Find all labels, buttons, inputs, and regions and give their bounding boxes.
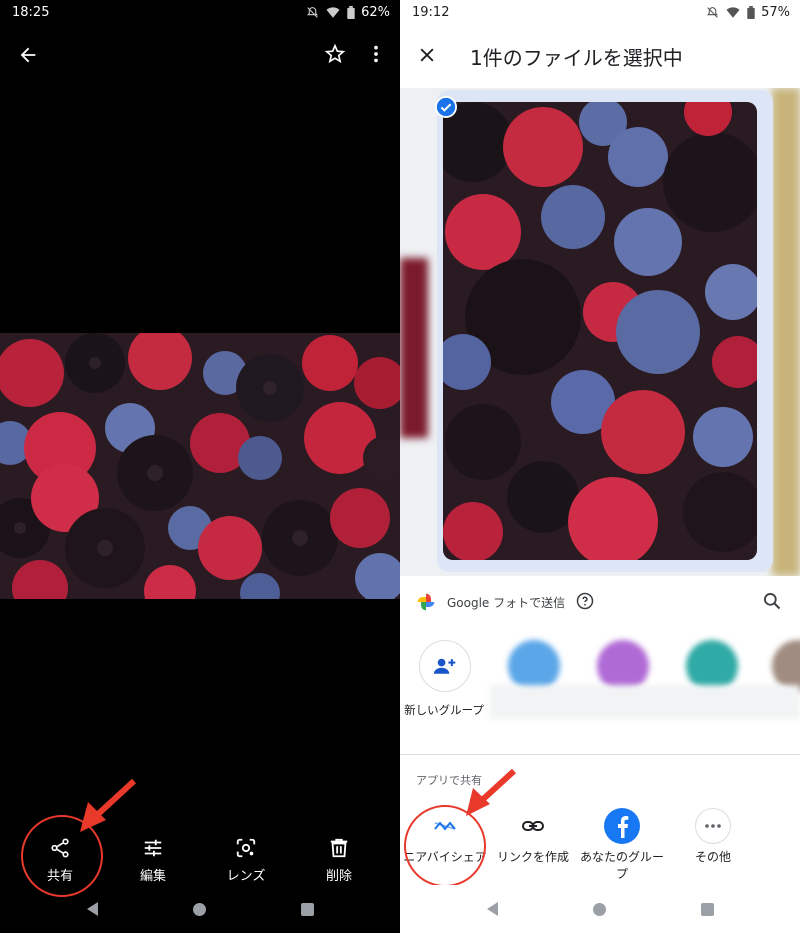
wifi-icon bbox=[726, 7, 740, 18]
selection-title: 1件のファイルを選択中 bbox=[470, 46, 683, 70]
nav-home-icon[interactable] bbox=[592, 902, 606, 916]
close-icon[interactable] bbox=[417, 45, 437, 65]
add-group-icon bbox=[433, 658, 456, 674]
delete-button[interactable]: 削除 bbox=[299, 837, 379, 884]
wifi-icon bbox=[326, 7, 340, 18]
selected-check-icon bbox=[435, 96, 457, 118]
left-screen: 18:25 62% 共有 編集 レンズ 削除 bbox=[0, 0, 400, 933]
tune-icon bbox=[144, 839, 162, 857]
create-link-label: リンクを作成 bbox=[496, 850, 569, 864]
edit-button[interactable]: 編集 bbox=[113, 837, 193, 884]
nav-recents-icon[interactable] bbox=[700, 902, 714, 916]
lens-button[interactable]: レンズ bbox=[206, 837, 286, 884]
status-icons: 62% bbox=[306, 5, 390, 20]
star-icon[interactable] bbox=[324, 43, 346, 65]
facebook-icon bbox=[604, 808, 640, 844]
mute-icon bbox=[306, 7, 319, 18]
lens-label: レンズ bbox=[226, 869, 266, 884]
google-photos-icon bbox=[417, 593, 435, 611]
battery-icon bbox=[347, 6, 355, 19]
red-arrow-annotation bbox=[80, 778, 137, 832]
facebook-group-label: あなたのグループ bbox=[579, 850, 664, 881]
sheet-divider bbox=[400, 754, 800, 755]
new-group-button[interactable] bbox=[419, 640, 471, 692]
nav-home-icon[interactable] bbox=[192, 902, 206, 916]
battery-icon bbox=[747, 6, 755, 19]
back-arrow-icon[interactable] bbox=[17, 44, 39, 66]
status-time: 18:25 bbox=[12, 5, 50, 20]
more-vert-icon[interactable] bbox=[366, 43, 386, 65]
trash-icon bbox=[330, 838, 348, 858]
next-photo-thumb[interactable] bbox=[772, 88, 800, 576]
status-bar: 18:25 62% bbox=[0, 0, 400, 26]
more-apps-label: その他 bbox=[694, 850, 731, 864]
battery-percent: 57% bbox=[761, 5, 790, 20]
prev-photo-thumb[interactable] bbox=[400, 258, 428, 438]
status-time: 19:12 bbox=[412, 5, 450, 20]
nav-back-icon[interactable] bbox=[486, 902, 498, 916]
selected-berries-photo bbox=[443, 102, 757, 560]
new-group-label: 新しいグループ bbox=[404, 703, 484, 717]
system-nav-bar bbox=[400, 885, 800, 933]
help-icon[interactable] bbox=[576, 592, 594, 610]
delete-label: 削除 bbox=[325, 869, 352, 884]
nav-recents-icon[interactable] bbox=[300, 902, 314, 916]
system-nav-bar bbox=[0, 885, 400, 933]
search-icon[interactable] bbox=[762, 591, 782, 611]
more-icon bbox=[695, 808, 731, 844]
edit-label: 編集 bbox=[139, 869, 166, 884]
status-icons: 57% bbox=[706, 5, 790, 20]
mute-icon bbox=[706, 7, 719, 18]
battery-percent: 62% bbox=[361, 5, 390, 20]
lens-icon bbox=[236, 838, 256, 858]
link-icon bbox=[515, 808, 551, 844]
right-screen: 19:12 57% 1件のファイルを選択中 Google フォトで送信 新しいグ… bbox=[400, 0, 800, 933]
berries-photo bbox=[0, 333, 400, 599]
red-arrow-annotation bbox=[466, 768, 517, 816]
google-photos-send-label: Google フォトで送信 bbox=[447, 596, 566, 610]
contact-names-blurred bbox=[490, 685, 800, 719]
more-apps-button[interactable]: その他 bbox=[668, 808, 758, 865]
status-bar: 19:12 57% bbox=[400, 0, 800, 26]
nav-back-icon[interactable] bbox=[86, 902, 98, 916]
facebook-group-button[interactable]: あなたのグループ bbox=[577, 808, 667, 882]
